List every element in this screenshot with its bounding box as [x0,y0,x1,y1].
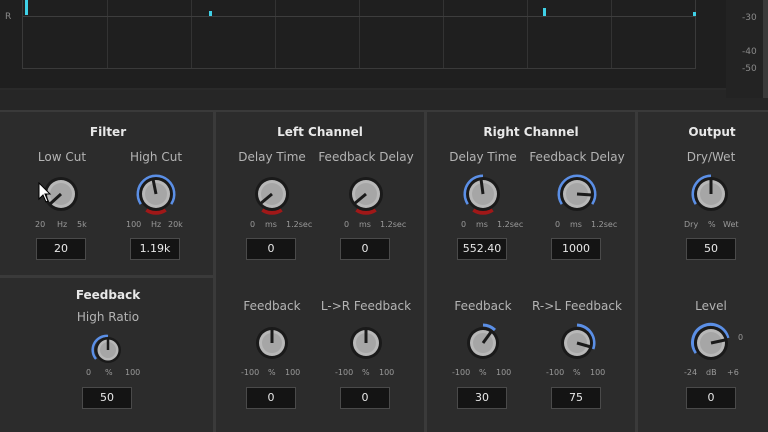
high-ratio-tick-max: 100 [125,368,141,377]
right-feedback-delay-tick-min: 0 [555,220,561,229]
high-cut-tick-min: 100 [126,220,142,229]
lr-feedback-value[interactable]: 0 [340,387,390,409]
lr-feedback-tick-min: -100 [335,368,354,377]
right-feedback-label: Feedback [454,299,512,313]
left-feedback-value[interactable]: 0 [246,387,296,409]
right-delay-time-label: Delay Time [449,150,517,164]
left-channel-title: Left Channel [277,125,363,139]
lr-feedback-tick-max: 100 [379,368,395,377]
lr-feedback-knob[interactable] [345,322,387,368]
right-feedback-delay-label: Feedback Delay [529,150,625,164]
left-delay-time-knob[interactable] [249,171,295,221]
delay-tap-marker [543,8,546,16]
left-delay-time-tick-max: 1.2sec [286,220,313,229]
rl-feedback-value[interactable]: 75 [551,387,601,409]
high-cut-knob[interactable] [133,171,179,221]
dry-wet-value[interactable]: 50 [686,238,736,260]
high-cut-tick-max: 20k [168,220,183,229]
low-cut-tick-min: 20 [35,220,46,229]
mouse-cursor-icon [38,181,52,208]
delay-display: R [0,0,726,90]
right-delay-time-value[interactable]: 552.40 [457,238,507,260]
output-title: Output [688,125,736,139]
low-cut-value[interactable]: 20 [36,238,86,260]
scale-label: -30 [742,13,757,23]
dry-wet-label: Dry/Wet [686,150,736,164]
left-feedback-tick-unit: % [268,368,276,377]
left-feedback-tick-min: -100 [241,368,260,377]
right-delay-time-tick-unit: ms [476,220,488,229]
scale-label: -50 [742,64,757,74]
level-tick-min: -24 [684,368,698,377]
left-feedback-tick-max: 100 [285,368,301,377]
right-feedback-tick-unit: % [479,368,487,377]
delay-tap-marker [693,12,696,16]
level-value[interactable]: 0 [686,387,736,409]
right-feedback-delay-value[interactable]: 1000 [551,238,601,260]
high-ratio-knob[interactable] [90,332,126,372]
right-channel-title: Right Channel [483,125,579,139]
left-delay-time-label: Delay Time [238,150,306,164]
high-ratio-label: High Ratio [76,310,140,324]
left-feedback-delay-label: Feedback Delay [318,150,414,164]
level-tick-max: +6 [727,368,739,377]
right-feedback-delay-tick-unit: ms [570,220,582,229]
feedback-title: Feedback [75,288,141,302]
left-feedback-delay-tick-unit: ms [359,220,371,229]
left-feedback-knob[interactable] [251,322,293,368]
right-delay-time-tick-max: 1.2sec [497,220,524,229]
channel-label: R [5,12,12,22]
right-feedback-value[interactable]: 30 [457,387,507,409]
level-knob[interactable] [688,320,734,370]
high-cut-tick-unit: Hz [151,220,162,229]
right-feedback-delay-tick-max: 1.2sec [591,220,618,229]
left-delay-time-tick-min: 0 [250,220,256,229]
high-cut-value[interactable]: 1.19k [130,238,180,260]
high-ratio-value[interactable]: 50 [82,387,132,409]
left-feedback-delay-knob[interactable] [343,171,389,221]
scale-label: -40 [742,47,757,57]
rl-feedback-tick-unit: % [573,368,581,377]
high-ratio-tick-min: 0 [86,368,92,377]
left-delay-time-tick-unit: ms [265,220,277,229]
right-delay-time-tick-min: 0 [461,220,467,229]
rl-feedback-tick-max: 100 [590,368,606,377]
dry-wet-tick-unit: % [708,220,716,229]
display-grid [22,0,696,69]
right-feedback-delay-knob[interactable] [554,171,600,221]
lr-feedback-label: L->R Feedback [320,299,412,313]
low-cut-tick-max: 5k [77,220,87,229]
low-cut-tick-unit: Hz [57,220,68,229]
level-tick-unit: dB [706,368,717,377]
left-feedback-label: Feedback [243,299,301,313]
right-delay-time-knob[interactable] [460,171,506,221]
delay-tap-marker [25,0,28,15]
lr-feedback-tick-unit: % [362,368,370,377]
dry-wet-knob[interactable] [688,171,734,221]
level-zero-marker: 0 [738,333,744,342]
delay-tap-marker [209,11,212,16]
low-cut-label: Low Cut [37,150,87,164]
rl-feedback-tick-min: -100 [546,368,565,377]
dry-wet-tick-min: Dry [684,220,699,229]
left-feedback-delay-value[interactable]: 0 [340,238,390,260]
rl-feedback-knob[interactable] [556,322,598,368]
high-cut-label: High Cut [129,150,183,164]
high-ratio-tick-unit: % [105,368,113,377]
left-feedback-delay-tick-min: 0 [344,220,350,229]
scale-scrollbar[interactable] [763,0,768,98]
level-label: Level [695,299,727,313]
right-feedback-tick-min: -100 [452,368,471,377]
left-feedback-delay-tick-max: 1.2sec [380,220,407,229]
left-delay-time-value[interactable]: 0 [246,238,296,260]
filter-title: Filter [89,125,127,139]
dry-wet-tick-max: Wet [723,220,739,229]
rl-feedback-label: R->L Feedback [532,299,622,313]
right-feedback-knob[interactable] [462,322,504,368]
right-feedback-tick-max: 100 [496,368,512,377]
